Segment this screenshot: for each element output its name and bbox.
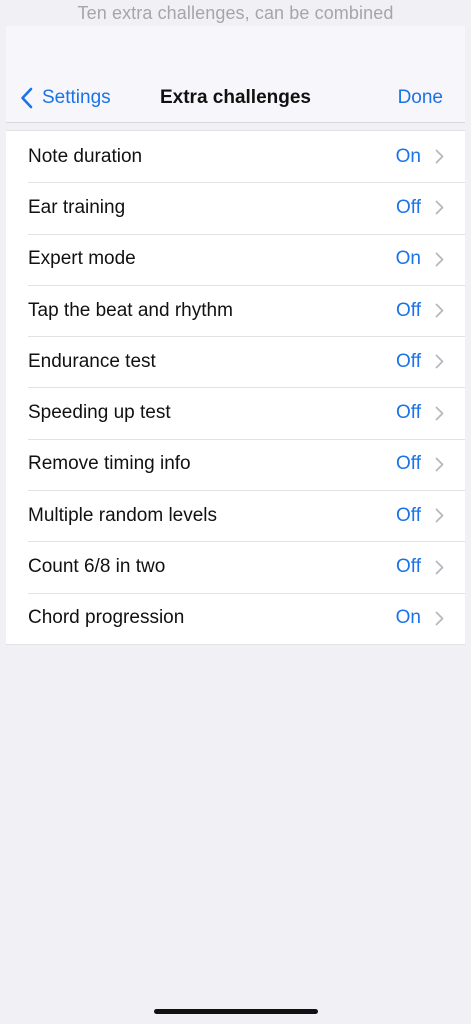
back-button-label: Settings (42, 87, 111, 108)
chevron-right-icon (435, 201, 444, 215)
list-item-label: Speeding up test (28, 402, 171, 424)
list-item-label: Expert mode (28, 248, 136, 270)
list-item-value: Off (396, 556, 421, 578)
list-item-value: On (395, 607, 421, 629)
chevron-right-icon (435, 406, 444, 421)
chevron-right-icon (435, 611, 444, 626)
modal-sheet: Settings Extra challenges Done Note dura… (6, 26, 465, 1024)
background-hint-text: Ten extra challenges, can be combined (77, 3, 394, 23)
list-item-value: Off (396, 402, 421, 424)
list-item-value: Off (396, 504, 421, 526)
list-item[interactable]: Multiple random levels Off (6, 490, 465, 541)
list-item-value: Off (396, 196, 421, 218)
list-item-label: Tap the beat and rhythm (28, 299, 233, 321)
list-item[interactable]: Ear training Off (6, 182, 465, 233)
list-item[interactable]: Note duration On (6, 131, 465, 182)
chevron-right-icon (435, 149, 444, 164)
list-item-value: Off (396, 299, 421, 321)
list-item-label: Chord progression (28, 607, 185, 629)
done-button[interactable]: Done (398, 84, 443, 112)
list-item-label: Count 6/8 in two (28, 556, 166, 578)
list-item[interactable]: Expert mode On (6, 233, 465, 285)
list-item[interactable]: Speeding up test Off (6, 387, 465, 438)
chevron-right-icon (435, 354, 444, 369)
list-item-value: Off (396, 453, 421, 475)
list-item-label: Endurance test (28, 350, 156, 372)
list-item-value: On (395, 248, 421, 270)
chevron-left-icon (21, 87, 33, 109)
chevron-right-icon (435, 560, 444, 574)
list-item[interactable]: Chord progression On (6, 592, 465, 644)
list-item-label: Note duration (28, 145, 143, 167)
chevron-right-icon (435, 508, 444, 523)
chevron-right-icon (435, 457, 444, 472)
list-item-label: Multiple random levels (28, 504, 218, 526)
list-item-value: On (395, 145, 421, 167)
list-item[interactable]: Count 6/8 in two Off (6, 541, 465, 592)
list-item[interactable]: Remove timing info Off (6, 438, 465, 490)
screen: Ten extra challenges, can be combined Se… (0, 0, 471, 1024)
challenges-list: Note duration On Ear training Off Expert… (6, 130, 465, 645)
list-item-value: Off (396, 350, 421, 372)
chevron-right-icon (435, 252, 444, 267)
home-indicator[interactable] (154, 1009, 318, 1014)
back-button[interactable]: Settings (20, 84, 111, 112)
list-item[interactable]: Endurance test Off (6, 336, 465, 387)
list-item-label: Remove timing info (28, 453, 191, 475)
chevron-right-icon (435, 303, 444, 318)
list-item[interactable]: Tap the beat and rhythm Off (6, 284, 465, 336)
navigation-bar: Settings Extra challenges Done (6, 26, 465, 123)
list-item-label: Ear training (28, 196, 126, 218)
